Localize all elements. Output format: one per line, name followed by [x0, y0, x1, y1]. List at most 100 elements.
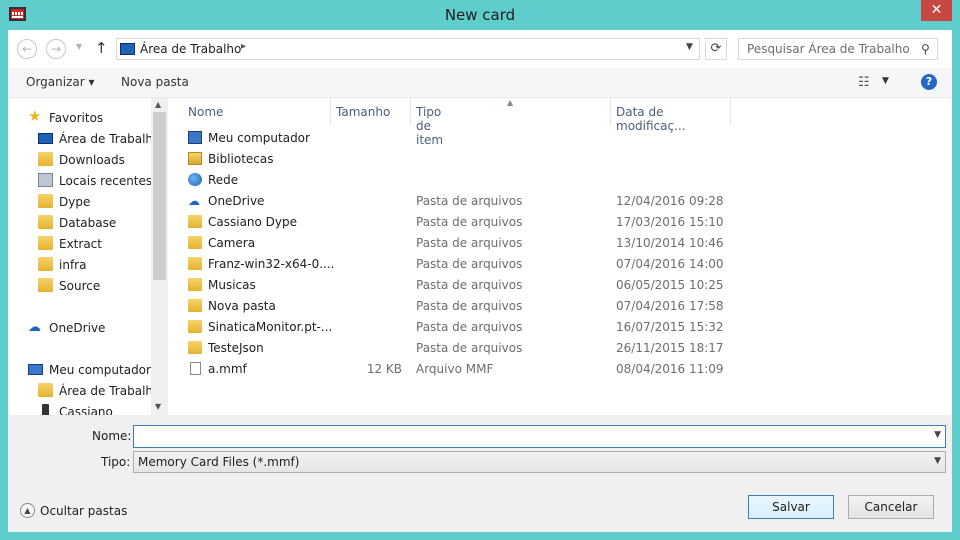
organize-button[interactable]: Organizar ▾ [26, 75, 95, 89]
folder-icon [188, 236, 202, 249]
table-row[interactable]: Franz-win32-x64-0.... Pasta de arquivos … [168, 254, 952, 275]
user-folder-icon [188, 215, 202, 228]
file-name: a.mmf [208, 362, 247, 376]
cancel-button[interactable]: Cancelar [848, 495, 934, 519]
search-icon[interactable]: ⚲ [921, 42, 930, 56]
network-icon [188, 173, 202, 186]
table-row[interactable]: Rede [168, 170, 952, 191]
address-bar[interactable]: Área de Trabalho ▸ ▼ [116, 38, 700, 60]
recent-places-icon [38, 173, 53, 187]
column-divider[interactable] [410, 98, 411, 125]
column-divider[interactable] [330, 98, 331, 125]
file-date: 12/04/2016 09:28 [616, 194, 724, 208]
file-type: Pasta de arquivos [416, 236, 523, 250]
file-name: Meu computador [208, 131, 310, 145]
view-options-icon[interactable]: ☷ [858, 75, 870, 90]
downloads-folder-icon [38, 152, 53, 166]
sidebar-item-label: Área de Trabalho [59, 384, 161, 398]
folder-icon [38, 278, 53, 292]
computer-icon [28, 364, 43, 375]
new-folder-button[interactable]: Nova pasta [121, 75, 189, 89]
column-divider[interactable] [730, 98, 731, 125]
table-row[interactable]: Cassiano Dype Pasta de arquivos 17/03/20… [168, 212, 952, 233]
libraries-icon [188, 152, 202, 165]
file-type-select[interactable]: Memory Card Files (*.mmf) ▼ [133, 451, 946, 473]
refresh-icon[interactable]: ⟳ [705, 38, 727, 60]
onedrive-icon: ☁ [188, 194, 200, 208]
file-date: 13/10/2014 10:46 [616, 236, 724, 250]
scrollbar-thumb[interactable] [153, 112, 166, 280]
table-row[interactable]: ☁ OneDrive Pasta de arquivos 12/04/2016 … [168, 191, 952, 212]
sidebar-item-label: Dype [59, 195, 91, 209]
type-dropdown-icon[interactable]: ▼ [934, 456, 941, 466]
chevron-up-icon: ▲ [20, 503, 35, 518]
address-dropdown-icon[interactable]: ▼ [686, 42, 693, 52]
view-dropdown-icon[interactable]: ▼ [882, 76, 889, 86]
up-arrow-icon[interactable]: ↑ [95, 39, 108, 57]
file-type: Pasta de arquivos [416, 215, 523, 229]
table-row[interactable]: SinaticaMonitor.pt-... Pasta de arquivos… [168, 317, 952, 338]
close-button[interactable]: ✕ [921, 0, 952, 21]
file-name: Bibliotecas [208, 152, 274, 166]
table-row[interactable]: a.mmf 12 KB Arquivo MMF 08/04/2016 11:09 [168, 359, 952, 380]
breadcrumb-separator-icon[interactable]: ▸ [241, 41, 246, 52]
file-type: Pasta de arquivos [416, 257, 523, 271]
file-name: Musicas [208, 278, 256, 292]
file-date: 07/04/2016 14:00 [616, 257, 724, 271]
file-type: Arquivo MMF [416, 362, 494, 376]
file-date: 16/07/2015 15:32 [616, 320, 724, 334]
table-row[interactable]: Camera Pasta de arquivos 13/10/2014 10:4… [168, 233, 952, 254]
file-date: 07/04/2016 17:58 [616, 299, 724, 313]
folder-icon [188, 257, 202, 270]
hide-folders-label: Ocultar pastas [40, 504, 128, 518]
desktop-icon [38, 133, 53, 144]
table-row[interactable]: TesteJson Pasta de arquivos 26/11/2015 1… [168, 338, 952, 359]
sidebar-scrollbar[interactable]: ▲ ▼ [151, 98, 168, 415]
recent-locations-dropdown-icon[interactable]: ▼ [76, 42, 82, 51]
table-row[interactable]: Nova pasta Pasta de arquivos 07/04/2016 … [168, 296, 952, 317]
desktop-icon [120, 43, 135, 55]
file-list: Nome Tamanho ▲ Tipo de item Data de modi… [168, 98, 952, 415]
file-size: 12 KB [366, 362, 402, 376]
file-name: Rede [208, 173, 239, 187]
sidebar-item-label: Cassiano [59, 405, 113, 415]
title-bar: New card ✕ [0, 0, 960, 30]
address-location[interactable]: Área de Trabalho [140, 42, 241, 56]
navigation-pane: ★ Favoritos Área de Trabalho Downloads L… [8, 98, 168, 415]
file-name-input[interactable]: ▼ [133, 425, 946, 448]
file-date: 26/11/2015 18:17 [616, 341, 724, 355]
search-placeholder: Pesquisar Área de Trabalho [747, 42, 910, 56]
file-name: Nova pasta [208, 299, 276, 313]
table-row[interactable]: Bibliotecas [168, 149, 952, 170]
folder-icon [38, 194, 53, 208]
table-row[interactable]: Musicas Pasta de arquivos 06/05/2015 10:… [168, 275, 952, 296]
back-arrow-icon[interactable]: ← [17, 39, 37, 59]
column-header-label: Tamanho [336, 105, 391, 119]
file-date: 08/04/2016 11:09 [616, 362, 724, 376]
file-type: Pasta de arquivos [416, 278, 523, 292]
save-dialog: ← → ▼ ↑ Área de Trabalho ▸ ▼ ⟳ Pesquisar… [8, 30, 952, 532]
file-type: Pasta de arquivos [416, 320, 523, 334]
file-icon [190, 362, 201, 375]
navigation-bar: ← → ▼ ↑ Área de Trabalho ▸ ▼ ⟳ Pesquisar… [8, 30, 952, 68]
sidebar-item-label: Locais recentes [59, 174, 153, 188]
help-icon[interactable]: ? [921, 74, 937, 90]
folder-icon [38, 215, 53, 229]
table-row[interactable]: Meu computador [168, 128, 952, 149]
folder-icon [38, 257, 53, 271]
file-name: Camera [208, 236, 256, 250]
scroll-up-icon[interactable]: ▲ [155, 100, 161, 109]
name-dropdown-icon[interactable]: ▼ [934, 430, 941, 440]
search-input[interactable]: Pesquisar Área de Trabalho ⚲ [738, 38, 938, 60]
sidebar-item-label: Meu computador [49, 363, 151, 377]
sort-arrow-icon: ▲ [507, 98, 514, 107]
save-button[interactable]: Salvar [748, 495, 834, 519]
computer-icon [188, 131, 202, 144]
onedrive-icon: ☁ [28, 320, 41, 335]
forward-arrow-icon[interactable]: → [46, 39, 66, 59]
column-divider[interactable] [610, 98, 611, 125]
command-bar: Organizar ▾ Nova pasta ☷ ▼ ? [8, 68, 952, 98]
file-name: OneDrive [208, 194, 265, 208]
file-type: Pasta de arquivos [416, 299, 523, 313]
scroll-down-icon[interactable]: ▼ [155, 402, 161, 411]
